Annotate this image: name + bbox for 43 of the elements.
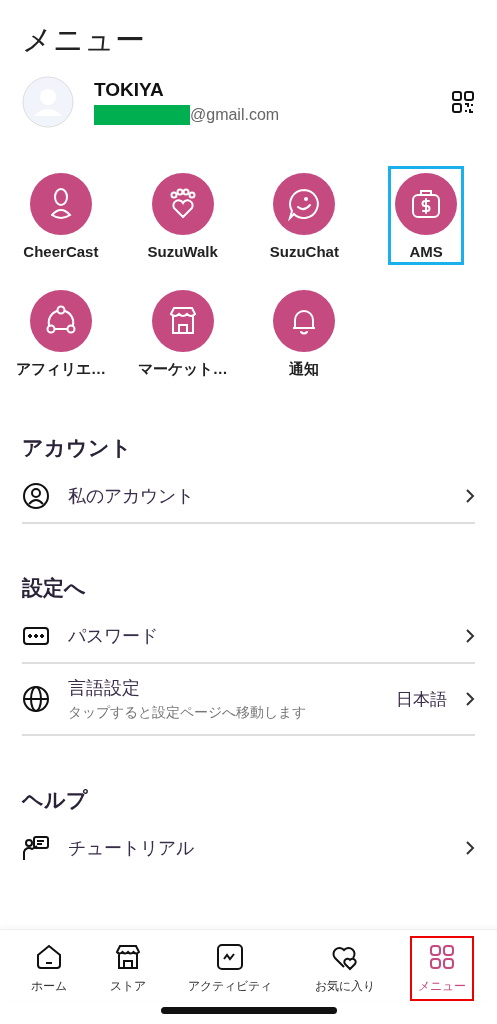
chevron-right-icon <box>465 628 475 644</box>
globe-icon <box>22 685 50 713</box>
tab[interactable]: メニュー <box>409 936 474 1001</box>
tab[interactable]: ホーム <box>23 936 76 1001</box>
tab[interactable]: アクティビティ <box>180 936 281 1001</box>
section-heading: 設定へ <box>22 575 87 602</box>
menu-item[interactable]: 言語設定 タップすると設定ページへ移動します 日本語 <box>22 664 475 736</box>
menu-item[interactable]: 私のアカウント <box>22 470 475 524</box>
user-name: TOKIYA <box>94 79 165 101</box>
section-heading: アカウント <box>22 435 133 462</box>
menu-item-label: チュートリアル <box>68 836 195 860</box>
storefront-icon[interactable] <box>151 290 214 352</box>
user-email: @gmail.com <box>190 106 280 124</box>
menu-item-subtitle: タップすると設定ページへ移動します <box>68 704 307 722</box>
user-circle-icon <box>22 482 50 510</box>
tab[interactable]: お気に入り <box>307 936 384 1001</box>
qr-code-icon[interactable] <box>451 90 475 114</box>
page-title: メニュー <box>21 21 146 59</box>
app-label[interactable]: SuzuChat <box>269 243 339 260</box>
tab[interactable]: ストア <box>101 936 154 1001</box>
section-heading: ヘルプ <box>22 787 89 814</box>
chevron-right-icon <box>465 691 475 707</box>
chart-icon <box>215 942 246 972</box>
chat-bubble-icon[interactable] <box>273 173 336 235</box>
menu-item-value: 日本語 <box>396 687 447 711</box>
bell-icon[interactable] <box>273 290 336 352</box>
app-label[interactable]: SuzuWalk <box>147 243 218 260</box>
menu-item[interactable]: チュートリアル <box>22 822 475 874</box>
app-label[interactable]: AMS <box>409 243 443 260</box>
chevron-right-icon <box>465 840 475 856</box>
menu-item-label: 私のアカウント <box>68 484 195 508</box>
menu-item-label: 言語設定 <box>68 676 141 700</box>
chevron-right-icon <box>465 488 475 504</box>
app-label[interactable]: マーケット… <box>137 360 228 379</box>
app-label[interactable]: アフィリエ… <box>15 360 106 379</box>
app-label[interactable]: 通知 <box>289 360 320 379</box>
menu-item[interactable]: パスワード <box>22 610 475 664</box>
menu-item-label: パスワード <box>68 624 159 648</box>
person-icon[interactable] <box>29 173 92 235</box>
presenter-icon <box>22 834 50 862</box>
app-label[interactable]: CheerCast <box>23 243 99 260</box>
money-bag-icon[interactable] <box>395 173 458 235</box>
network-icon[interactable] <box>29 290 92 352</box>
